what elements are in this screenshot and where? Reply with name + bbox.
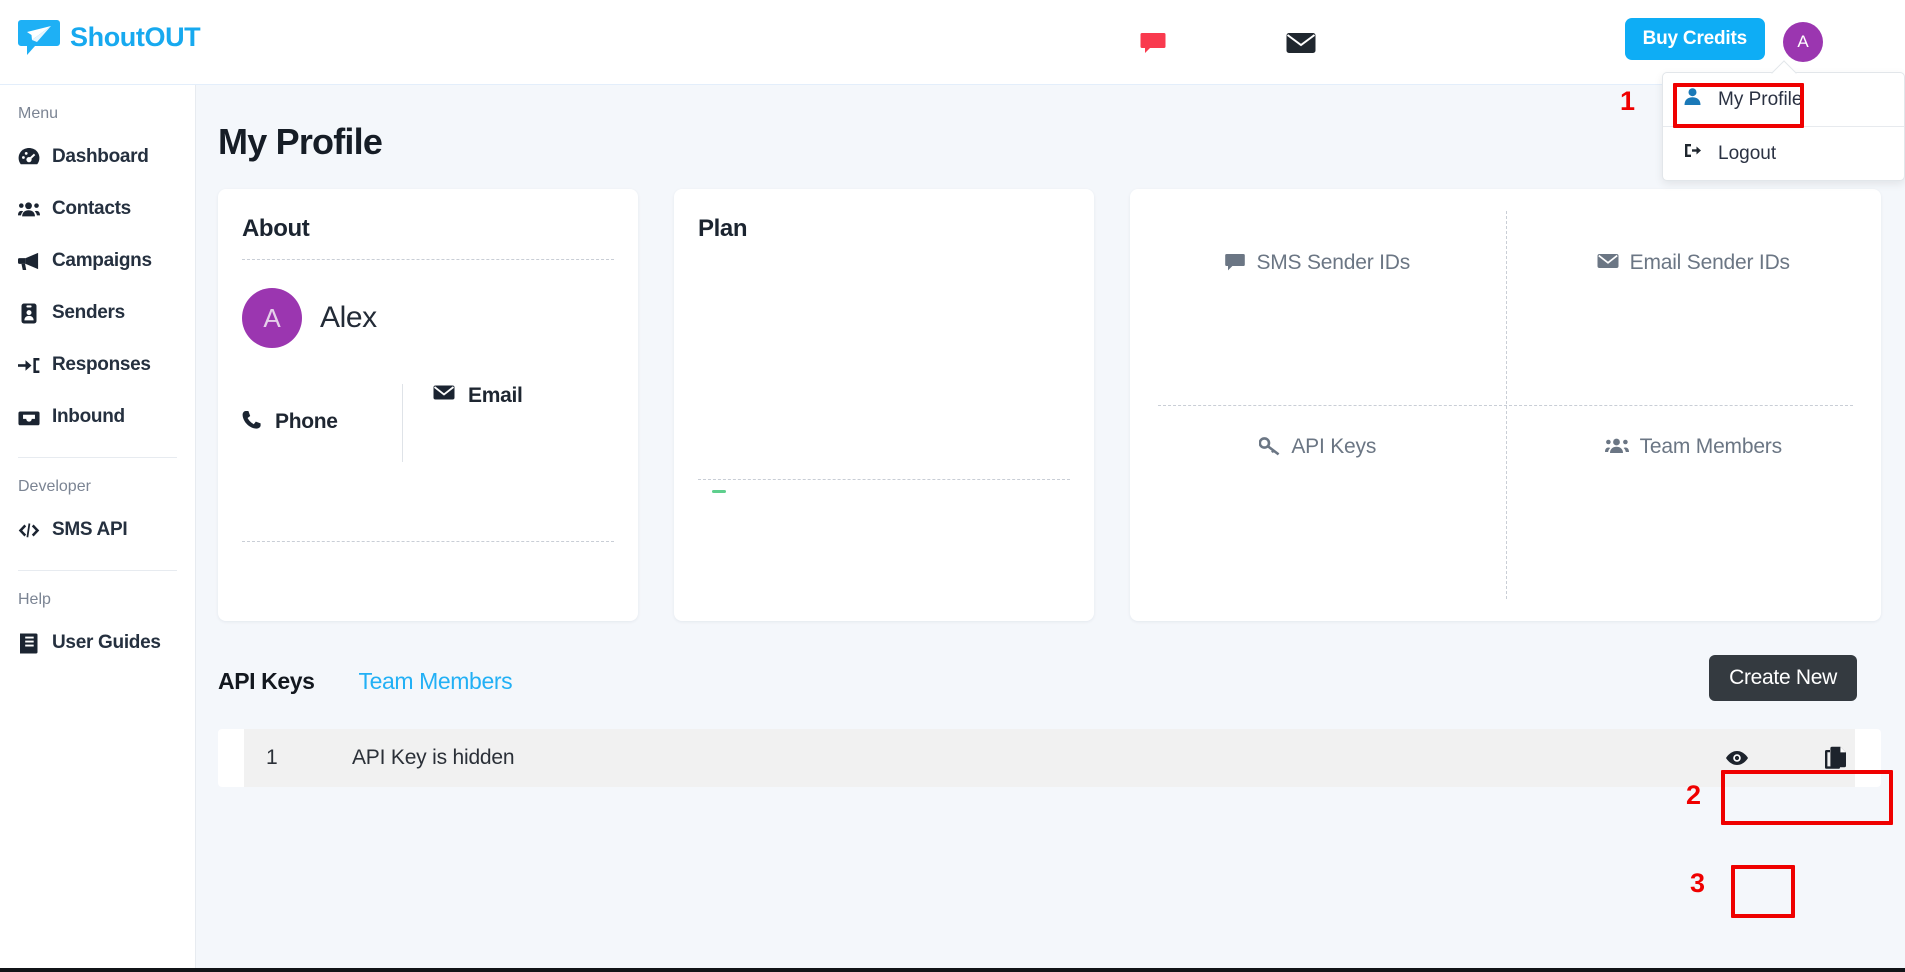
copy-icon[interactable] <box>1825 746 1847 770</box>
api-key-value: API Key is hidden <box>352 746 515 769</box>
phone-icon <box>242 410 262 430</box>
comment-icon <box>1225 253 1246 272</box>
sidebar-section-developer-label: Developer <box>18 478 91 495</box>
dropdown-item-my-profile[interactable]: My Profile <box>1663 73 1904 126</box>
sidebar-item-contacts[interactable]: Contacts <box>18 183 177 235</box>
envelope-icon <box>433 384 455 401</box>
tab-team-members[interactable]: Team Members <box>359 668 513 695</box>
sidebar-label-sms-api: SMS API <box>52 519 128 540</box>
buy-credits-button[interactable]: Buy Credits <box>1624 18 1765 60</box>
quick-link-label-api-keys: API Keys <box>1291 435 1377 458</box>
dropdown-label-my-profile: My Profile <box>1718 88 1803 110</box>
topbar-icon-group <box>1140 0 1316 85</box>
eye-icon[interactable] <box>1725 750 1749 766</box>
quick-links-grid: SMS Sender IDs Email Sender IDs API Keys… <box>1130 189 1881 621</box>
sidebar-label-user-guides: User Guides <box>52 632 161 653</box>
avatar[interactable]: A <box>1783 22 1823 62</box>
quick-link-label-sms-sender-ids: SMS Sender IDs <box>1256 251 1411 274</box>
quick-link-email-sender-ids[interactable]: Email Sender IDs <box>1506 189 1882 405</box>
sidebar-item-user-guides[interactable]: User Guides <box>18 617 177 669</box>
chat-bubble-icon[interactable] <box>1140 30 1166 56</box>
annotation-number-3: 3 <box>1690 868 1706 898</box>
inbox-icon <box>18 406 40 428</box>
quick-links-card: SMS Sender IDs Email Sender IDs API Keys… <box>1130 189 1881 621</box>
table-row: 1 API Key is hidden <box>244 729 1855 787</box>
about-card: About A Alex Phone Email <box>218 189 638 621</box>
sidebar-item-inbound[interactable]: Inbound <box>18 391 177 443</box>
sidebar-section-menu-label: Menu <box>18 105 59 122</box>
gauge-icon <box>18 146 40 168</box>
app-root: ShoutOUT Buy Credits A My Profile Logout… <box>0 0 1905 972</box>
about-email-block: Email <box>402 384 523 462</box>
sidebar-label-senders: Senders <box>52 302 125 323</box>
quick-link-label-team-members: Team Members <box>1639 435 1783 458</box>
sidebar-label-campaigns: Campaigns <box>52 250 152 271</box>
sidebar-label-inbound: Inbound <box>52 406 125 427</box>
about-avatar: A <box>242 288 302 348</box>
about-bottom-divider <box>242 541 614 542</box>
api-key-actions <box>1725 746 1847 770</box>
api-keys-header: API Keys Team Members Create New <box>218 655 1881 705</box>
top-bar: ShoutOUT Buy Credits A <box>0 0 1905 85</box>
dropdown-label-logout: Logout <box>1718 142 1777 164</box>
id-badge-icon <box>18 302 40 324</box>
sidebar-label-dashboard: Dashboard <box>52 146 149 167</box>
main-content: My Profile About A Alex Phone Email Plan… <box>196 85 1905 972</box>
about-heading: About <box>242 215 310 242</box>
quick-link-sms-sender-ids[interactable]: SMS Sender IDs <box>1130 189 1506 405</box>
sidebar-item-sms-api[interactable]: SMS API <box>18 504 177 556</box>
about-phone-block: Phone <box>242 384 402 462</box>
sidebar-label-responses: Responses <box>52 354 151 375</box>
page-bottom-edge <box>0 968 1905 972</box>
brand-name: ShoutOUT <box>70 21 201 52</box>
sidebar-item-campaigns[interactable]: Campaigns <box>18 235 177 287</box>
sidebar: Menu Dashboard Contacts Campaigns Sender… <box>0 85 196 972</box>
sidebar-section-help-label: Help <box>18 591 51 608</box>
user-icon <box>1683 87 1702 112</box>
sidebar-item-senders[interactable]: Senders <box>18 287 177 339</box>
about-contact-row: Phone Email <box>242 384 614 462</box>
sign-in-arrow-icon <box>18 354 40 376</box>
quick-link-api-keys[interactable]: API Keys <box>1130 405 1506 621</box>
brand-logo[interactable]: ShoutOUT <box>18 16 201 58</box>
plan-divider <box>698 479 1070 480</box>
users-icon <box>1604 437 1629 454</box>
about-user-name: Alex <box>320 301 377 334</box>
annotation-number-1: 1 <box>1620 86 1636 116</box>
megaphone-icon <box>18 250 40 272</box>
envelope-icon[interactable] <box>1286 31 1316 55</box>
plan-card: Plan <box>674 189 1094 621</box>
user-menu-dropdown: My Profile Logout <box>1662 72 1905 181</box>
quick-link-label-email-sender-ids: Email Sender IDs <box>1629 251 1790 274</box>
api-keys-table: 1 API Key is hidden <box>218 729 1881 787</box>
key-icon <box>1259 437 1280 456</box>
paper-plane-chat-icon <box>18 16 60 58</box>
about-profile-row: A Alex <box>242 288 614 348</box>
plan-heading: Plan <box>698 215 748 242</box>
sidebar-label-contacts: Contacts <box>52 198 131 219</box>
create-new-button[interactable]: Create New <box>1709 655 1857 701</box>
api-key-index: 1 <box>266 746 278 769</box>
sidebar-item-dashboard[interactable]: Dashboard <box>18 131 177 183</box>
about-divider <box>242 259 614 260</box>
profile-cards-row: About A Alex Phone Email Plan SMS Sender… <box>218 189 1881 621</box>
about-phone-label: Phone <box>275 410 338 433</box>
book-icon <box>18 632 40 654</box>
sidebar-item-responses[interactable]: Responses <box>18 339 177 391</box>
envelope-icon <box>1597 253 1619 269</box>
about-email-label: Email <box>468 384 523 407</box>
annotation-number-2: 2 <box>1686 780 1702 810</box>
tab-api-keys[interactable]: API Keys <box>218 668 315 695</box>
page-title: My Profile <box>218 121 383 162</box>
quick-link-team-members[interactable]: Team Members <box>1506 405 1882 621</box>
sign-out-icon <box>1683 141 1702 166</box>
users-icon <box>18 198 40 220</box>
code-icon <box>18 519 40 541</box>
dropdown-item-logout[interactable]: Logout <box>1663 127 1904 180</box>
plan-progress-bar <box>712 490 726 493</box>
